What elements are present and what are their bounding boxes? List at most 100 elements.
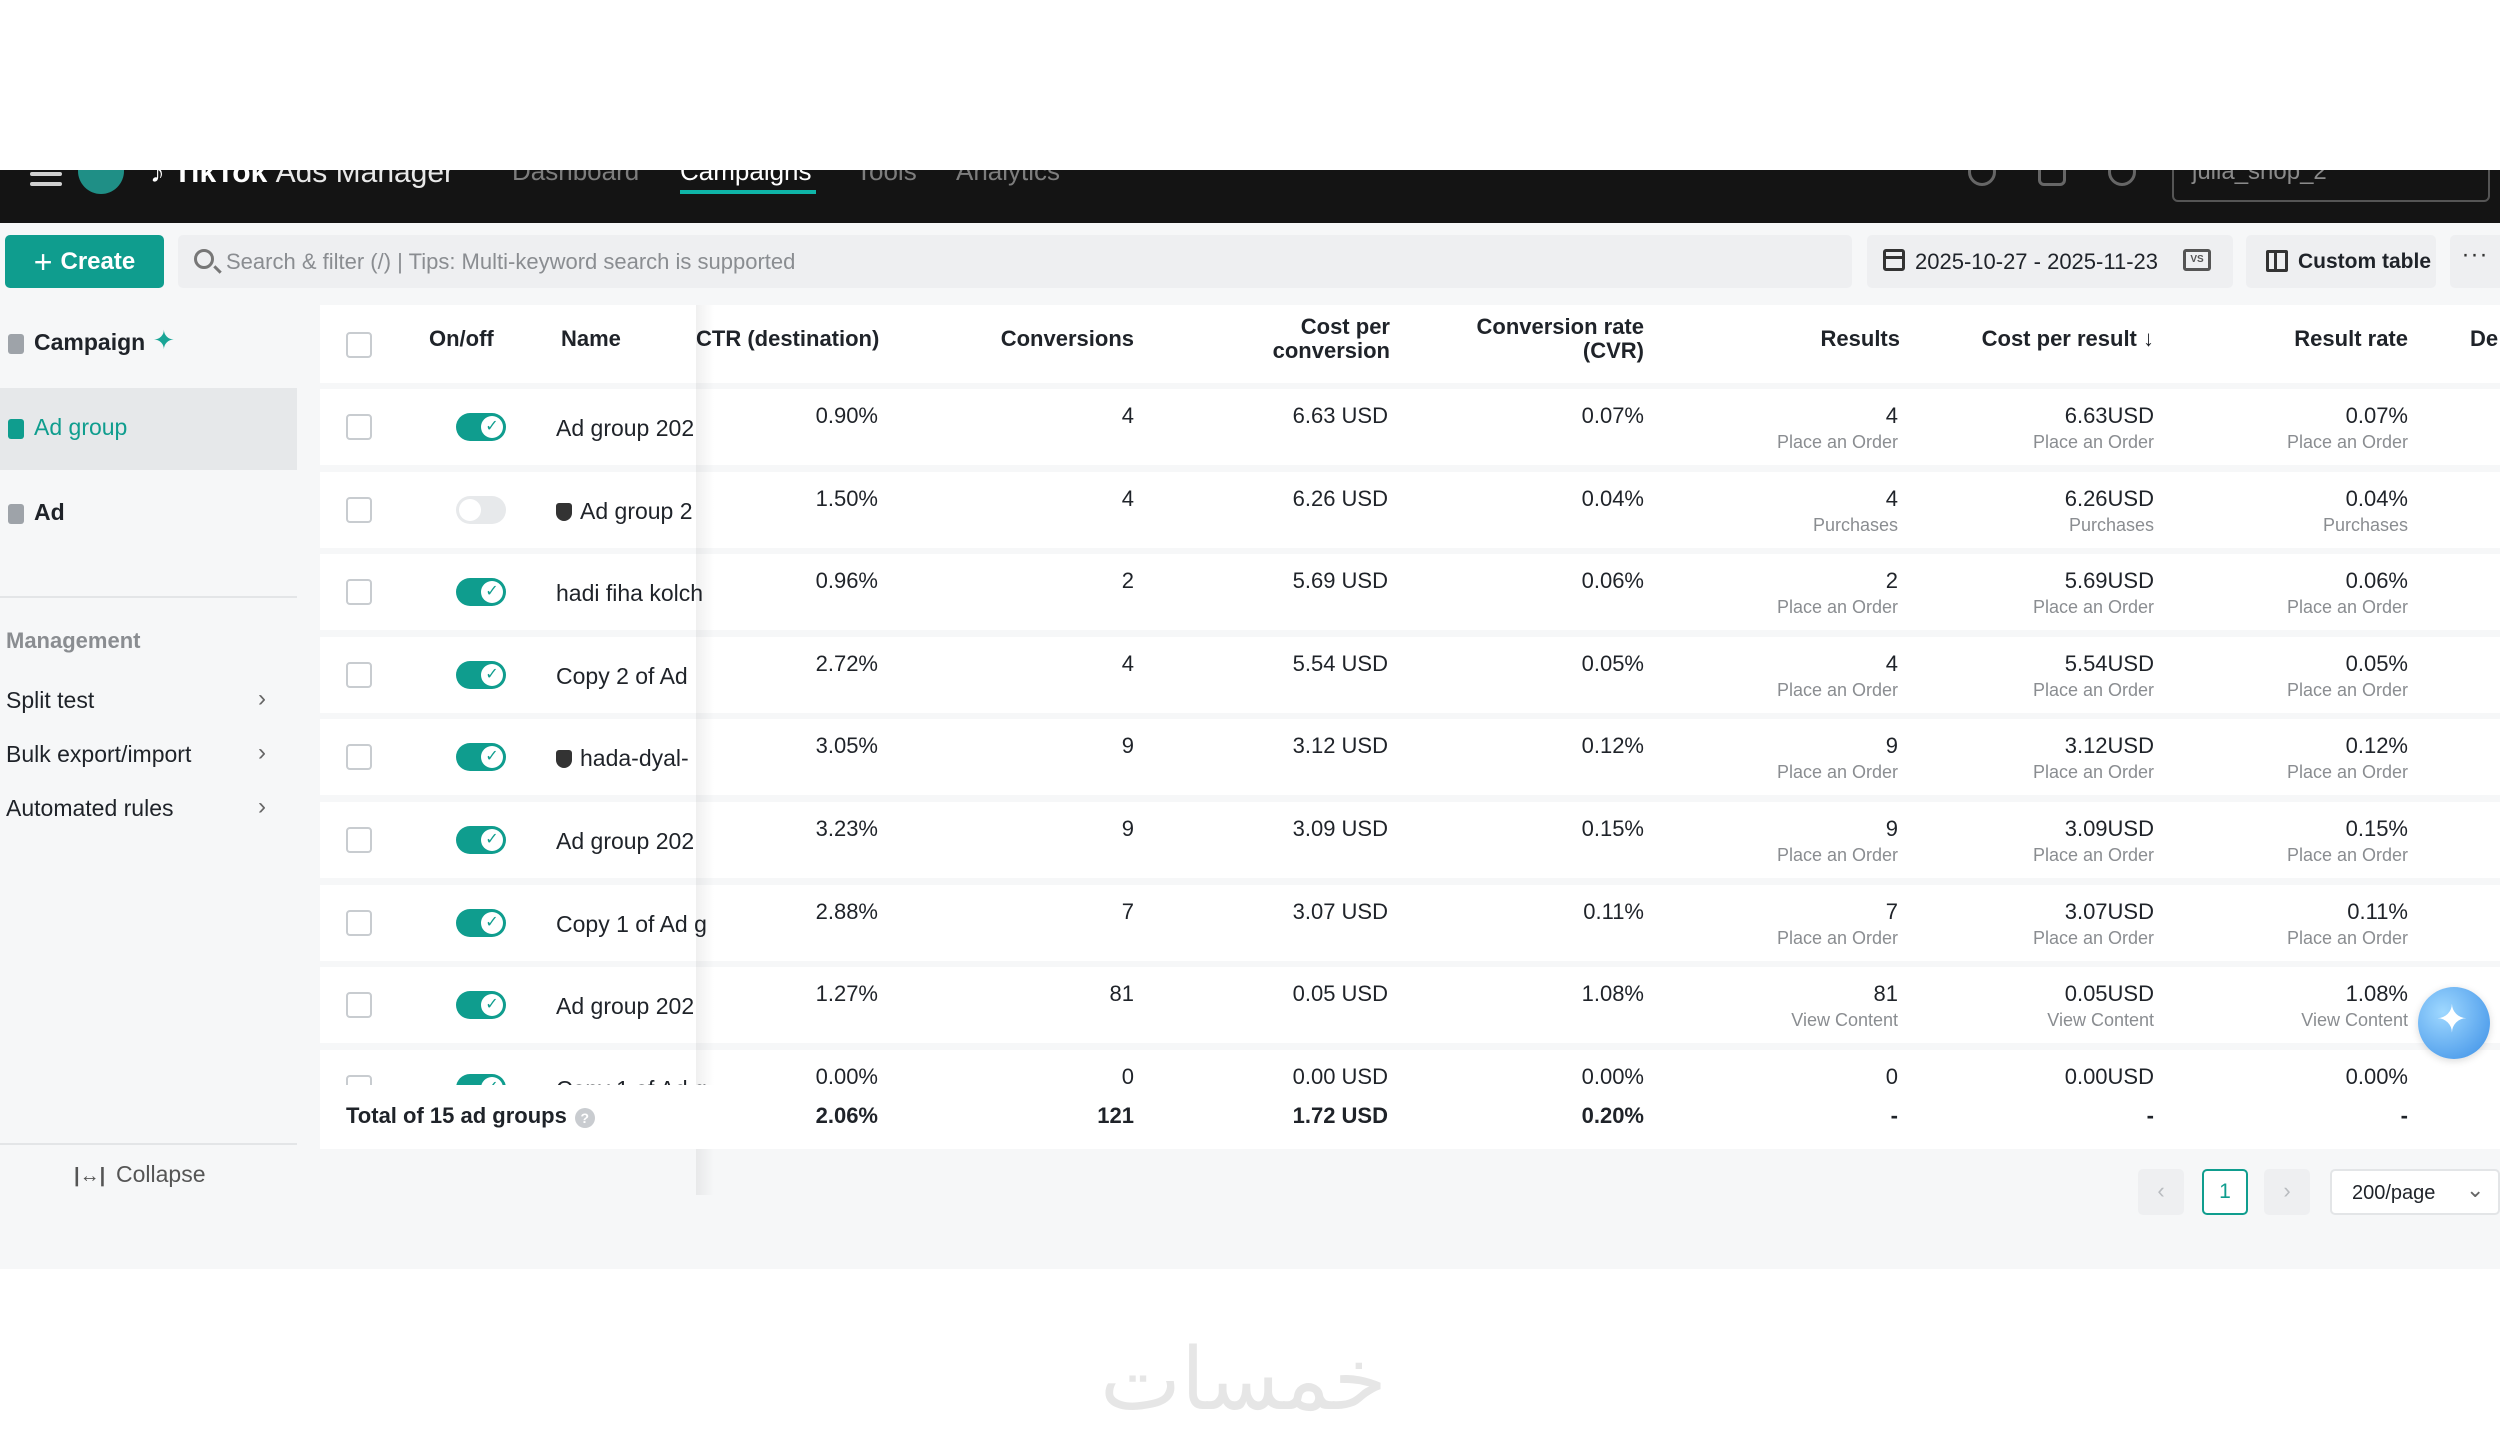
column-header-ctr[interactable]: CTR (destination) xyxy=(696,327,879,351)
cvr-cell: 0.11% xyxy=(1583,899,1644,924)
create-button[interactable]: + Create xyxy=(5,235,164,288)
check-icon: ✓ xyxy=(481,581,503,603)
results-type: Place an Order xyxy=(1776,762,1898,782)
row-checkbox[interactable] xyxy=(346,992,372,1018)
account-selector[interactable]: julia_shop_2 xyxy=(2172,170,2490,202)
total-result-rate: - xyxy=(2400,1103,2408,1128)
result-rate-value: 1.08% xyxy=(2345,981,2408,1006)
results-type: View Content xyxy=(1791,1010,1898,1030)
table-row[interactable]: ✓ Copy 1 of Ad g 2.88% 7 3.07 USD 0.11% 7 Place… xyxy=(320,885,2500,961)
results-cell: 9 Place an Order xyxy=(1700,816,1898,866)
column-header-cvr[interactable]: Conversion rate (CVR) xyxy=(1390,315,1645,363)
conversions-cell: 4 xyxy=(1121,486,1134,511)
search-input[interactable] xyxy=(226,235,1826,288)
column-header-cost-per-conversion[interactable]: Cost per conversion xyxy=(1170,315,1390,363)
column-header-name[interactable]: Name xyxy=(561,327,621,351)
sidebar-divider xyxy=(0,596,297,598)
row-checkbox[interactable] xyxy=(346,579,372,605)
result-rate-value: 0.15% xyxy=(2345,816,2408,841)
results-value: 9 xyxy=(1885,816,1898,841)
chevron-right-icon: › xyxy=(258,685,266,712)
on-off-toggle[interactable]: ✓ xyxy=(456,661,506,689)
search-filter-box[interactable] xyxy=(178,235,1852,288)
total-ctr: 2.06% xyxy=(815,1103,878,1128)
sidebar-item-campaign[interactable]: Campaign ✦ xyxy=(0,303,297,385)
help-icon[interactable] xyxy=(2108,170,2136,186)
on-off-toggle[interactable]: ✓ xyxy=(456,413,506,441)
cost-per-result-type: Place an Order xyxy=(2032,845,2154,865)
column-header-cost-per-result[interactable]: Cost per result ↓ xyxy=(1920,327,2154,351)
next-page-button[interactable]: › xyxy=(2264,1169,2310,1215)
table-row[interactable]: ✓Ad group 21.50%46.26 USD0.04%4Purchases… xyxy=(320,472,2500,548)
results-type: Place an Order xyxy=(1776,845,1898,865)
table-row[interactable]: ✓ Ad group 202 0.90% 4 6.63 USD 0.07% 4 Place a… xyxy=(320,389,2500,465)
custom-table-button[interactable]: Custom table xyxy=(2246,235,2436,288)
more-options-button[interactable]: ··· xyxy=(2450,235,2500,288)
cost-per-conversion-cell: 6.63 USD xyxy=(1292,403,1388,428)
on-off-toggle[interactable]: ✓ xyxy=(456,496,506,524)
help-icon[interactable]: ? xyxy=(574,1108,595,1128)
row-checkbox[interactable] xyxy=(346,910,372,936)
on-off-toggle[interactable]: ✓ xyxy=(456,578,506,606)
results-type: Place an Order xyxy=(1776,597,1898,617)
column-header-results[interactable]: Results xyxy=(1720,327,1900,351)
sidebar-item-label: Split test xyxy=(6,687,95,713)
table-row[interactable]: ✓ Ad group 202 3.23% 9 3.09 USD 0.15% 9 Place a… xyxy=(320,802,2500,878)
sidebar-item-automated-rules[interactable]: Automated rules › xyxy=(0,789,290,829)
collapse-button[interactable]: |↔| Collapse xyxy=(0,1143,297,1205)
sidebar-item-ad-group[interactable]: Ad group xyxy=(0,388,297,470)
table-row[interactable]: ✓ hada-dyal- 3.05% 9 3.12 USD 0.12% 9 Place an … xyxy=(320,719,2500,795)
on-off-toggle[interactable]: ✓ xyxy=(456,991,506,1019)
sparkle-icon: ✦ xyxy=(153,325,175,355)
sidebar-item-bulk-export[interactable]: Bulk export/import › xyxy=(0,735,290,775)
row-checkbox[interactable] xyxy=(346,662,372,688)
check-icon: ✓ xyxy=(459,499,481,521)
on-off-toggle[interactable]: ✓ xyxy=(456,743,506,771)
nav-campaigns[interactable]: Campaigns xyxy=(680,170,812,187)
row-checkbox[interactable] xyxy=(346,827,372,853)
results-type: Purchases xyxy=(1812,515,1898,535)
results-value: 4 xyxy=(1885,486,1898,511)
search-icon[interactable] xyxy=(1968,170,1996,186)
table-row[interactable]: ✓ hadi fiha kolch 0.96% 2 5.69 USD 0.06% 2 Plac… xyxy=(320,554,2500,630)
date-range-picker[interactable]: 2025-10-27 - 2025-11-23 VS xyxy=(1867,235,2233,288)
notification-icon[interactable] xyxy=(2038,170,2066,186)
select-all-checkbox[interactable] xyxy=(346,332,372,358)
row-checkbox[interactable] xyxy=(346,414,372,440)
table-row[interactable]: ✓ Copy 2 of Ad 2.72% 4 5.54 USD 0.05% 4 Place a… xyxy=(320,637,2500,713)
results-cell: 7 Place an Order xyxy=(1700,899,1898,949)
column-header-onoff[interactable]: On/off xyxy=(429,327,494,351)
result-rate-value: 0.06% xyxy=(2345,568,2408,593)
brand-sub: Ads Manager xyxy=(275,170,455,189)
avatar[interactable] xyxy=(78,170,124,194)
nav-tools[interactable]: Tools xyxy=(856,170,917,187)
compare-icon[interactable]: VS xyxy=(2183,249,2211,271)
column-header-conversions[interactable]: Conversions xyxy=(920,327,1134,351)
date-range-text: 2025-10-27 - 2025-11-23 xyxy=(1915,249,2158,274)
cost-per-conversion-cell: 0.05 USD xyxy=(1292,981,1388,1006)
page-number-button[interactable]: 1 xyxy=(2202,1169,2248,1215)
results-value: 4 xyxy=(1885,403,1898,428)
result-rate-type: Place an Order xyxy=(2286,762,2408,782)
row-checkbox[interactable] xyxy=(346,744,372,770)
sidebar-item-split-test[interactable]: Split test › xyxy=(0,681,290,721)
page-size-select[interactable]: 200/page ⌄ xyxy=(2330,1169,2500,1215)
cost-per-result-cell: 5.54USD Place an Order xyxy=(1900,651,2154,701)
table-row[interactable]: ✓ Ad group 202 1.27% 81 0.05 USD 1.08% 81 View … xyxy=(320,967,2500,1043)
column-header-result-rate[interactable]: Result rate xyxy=(2200,327,2408,351)
column-header-extra[interactable]: De xyxy=(2470,327,2498,351)
ai-assistant-button[interactable] xyxy=(2418,987,2490,1059)
prev-page-button[interactable]: ‹ xyxy=(2138,1169,2184,1215)
custom-table-label: Custom table xyxy=(2298,250,2432,273)
nav-analytics[interactable]: Analytics xyxy=(956,170,1060,187)
on-off-toggle[interactable]: ✓ xyxy=(456,826,506,854)
row-checkbox[interactable] xyxy=(346,497,372,523)
results-cell: 81 View Content xyxy=(1700,981,1898,1031)
menu-icon[interactable] xyxy=(30,170,62,190)
on-off-toggle[interactable]: ✓ xyxy=(456,909,506,937)
sidebar-item-ad[interactable]: Ad xyxy=(0,473,297,555)
account-name: julia_shop_2 xyxy=(2192,170,2327,185)
brand-logo[interactable]: ♪ TikTok Ads Manager xyxy=(150,170,454,190)
cost-per-result-value: 3.12USD xyxy=(2064,733,2154,758)
nav-dashboard[interactable]: Dashboard xyxy=(512,170,639,187)
